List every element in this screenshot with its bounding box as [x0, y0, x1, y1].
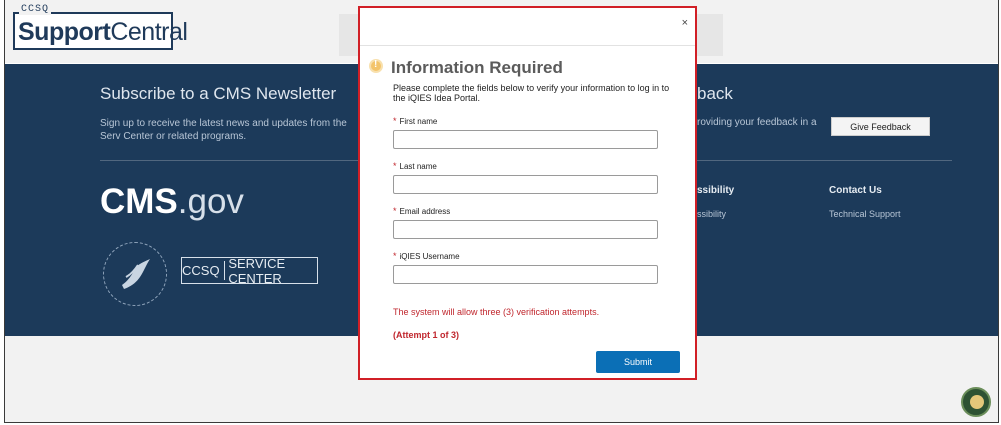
iqies-username-label-text: iQIES Username [399, 252, 460, 261]
required-marker: * [393, 116, 397, 126]
contact-us-heading: Contact Us [829, 185, 882, 196]
ccsq-logo-left: CCSQ [182, 263, 220, 278]
dialog-subtitle: Please complete the fields below to veri… [393, 83, 670, 103]
accessibility-link[interactable]: ssibility [697, 209, 726, 219]
email-address-label-text: Email address [399, 207, 451, 216]
dialog-title: Information Required [391, 58, 563, 77]
verification-attempts-note: The system will allow three (3) verifica… [393, 307, 600, 317]
newsletter-text: Sign up to receive the latest news and u… [100, 118, 347, 142]
last-name-field[interactable] [393, 175, 658, 194]
ccsq-logo-right: SERVICE CENTER [228, 255, 286, 286]
required-marker: * [393, 161, 397, 171]
last-name-label-text: Last name [399, 162, 437, 171]
logo-rest: Central [110, 18, 188, 46]
accessibility-heading: ssibility [697, 185, 735, 196]
newsletter-title: Subscribe to a CMS Newsletter [100, 84, 337, 103]
cms-logo-bold: CMS [100, 182, 178, 221]
ccsq-service-center-logo[interactable]: CCSQ SERVICE CENTER [181, 255, 318, 286]
give-feedback-button[interactable]: Give Feedback [831, 117, 930, 136]
information-required-dialog: × Information Required Please complete t… [358, 6, 697, 380]
submit-button[interactable]: Submit [596, 351, 680, 373]
attempt-counter: (Attempt 1 of 3) [393, 330, 459, 340]
first-name-label-text: First name [399, 117, 438, 126]
iqies-username-field[interactable] [393, 265, 658, 284]
email-address-field[interactable] [393, 220, 658, 239]
iqies-username-label: * iQIES Username [393, 251, 460, 261]
required-marker: * [393, 206, 397, 216]
first-name-field[interactable] [393, 130, 658, 149]
logo-bold: Support [18, 18, 111, 46]
feedback-title: back [697, 84, 733, 103]
support-central-logo[interactable]: CCSQ SupportCentral [13, 4, 188, 50]
close-icon[interactable]: × [682, 17, 688, 29]
feedback-text: roviding your feedback in a [697, 117, 817, 128]
logo-wordmark: SupportCentral [18, 18, 188, 47]
warning-icon [369, 59, 383, 73]
dialog-header-divider [360, 45, 695, 46]
required-marker: * [393, 251, 397, 261]
hhs-seal-icon [103, 242, 167, 306]
cms-logo-rest: .gov [177, 182, 244, 221]
first-name-label: * First name [393, 116, 437, 126]
chat-icon[interactable] [961, 387, 991, 417]
ccsq-logo-separator [223, 261, 225, 280]
email-address-label: * Email address [393, 206, 450, 216]
logo-ccsq-label: CCSQ [19, 4, 52, 15]
last-name-label: * Last name [393, 161, 437, 171]
cms-gov-logo[interactable]: CMS.gov [100, 182, 244, 222]
technical-support-link[interactable]: Technical Support [829, 209, 901, 219]
